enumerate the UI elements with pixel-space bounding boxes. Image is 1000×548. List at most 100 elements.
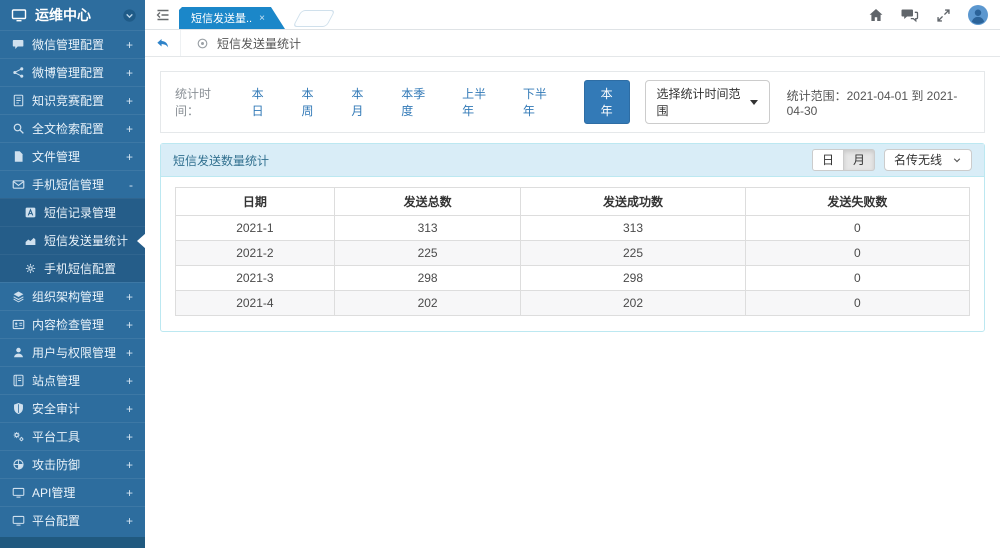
- sidebar-item-site-management[interactable]: 站点管理 +: [0, 366, 145, 394]
- expand-plus-icon: +: [126, 486, 133, 500]
- sidebar-item-api-management[interactable]: API管理 +: [0, 478, 145, 506]
- font-a-icon: [24, 206, 37, 219]
- cell-failure: 0: [745, 291, 969, 316]
- cell-total: 298: [334, 266, 521, 291]
- sidebar-item-label: 攻击防御: [32, 456, 119, 473]
- comments-icon[interactable]: [901, 7, 919, 23]
- sidebar-item-wechat-config[interactable]: 微信管理配置 +: [0, 30, 145, 58]
- select-time-range-dropdown[interactable]: 选择统计时间范围: [645, 80, 770, 124]
- globe-icon: [12, 458, 25, 471]
- tab-label: 短信发送量..: [191, 10, 252, 26]
- sidebar-item-sms-management[interactable]: 手机短信管理 -: [0, 170, 145, 198]
- sidebar-item-org-structure[interactable]: 组织架构管理 +: [0, 282, 145, 310]
- shield-icon: [12, 402, 25, 415]
- col-header-failure-count: 发送失败数: [745, 188, 969, 216]
- day-button[interactable]: 日: [812, 149, 844, 171]
- stat-range-text: 统计范围：2021-04-01 到 2021-04-30: [787, 87, 970, 118]
- sms-stats-table: 日期 发送总数 发送成功数 发送失败数 2021-1 313 313: [175, 187, 970, 316]
- sidebar-item-fulltext-search-config[interactable]: 全文检索配置 +: [0, 114, 145, 142]
- table-header-row: 日期 发送总数 发送成功数 发送失败数: [176, 188, 970, 216]
- filter-option-this-quarter[interactable]: 本季度: [401, 85, 434, 119]
- sidebar-item-file-management[interactable]: 文件管理 +: [0, 142, 145, 170]
- panel-title: 短信发送数量统计: [173, 152, 269, 169]
- month-button[interactable]: 月: [844, 149, 875, 171]
- sidebar-item-platform-config[interactable]: 平台配置 +: [0, 506, 145, 534]
- sidebar-item-label: 知识竞赛配置: [32, 92, 119, 109]
- expand-plus-icon: +: [126, 374, 133, 388]
- expand-icon[interactable]: [936, 8, 951, 23]
- tab-strip: 短信发送量.. ×: [179, 7, 331, 29]
- sidebar-item-label: 平台工具: [32, 428, 119, 445]
- panel-controls: 日 月 名传无线: [812, 149, 972, 171]
- sidebar-item-label: API管理: [32, 484, 119, 501]
- sidebar-item-quiz-config[interactable]: 知识竞赛配置 +: [0, 86, 145, 114]
- sidebar-item-attack-defense[interactable]: 攻击防御 +: [0, 450, 145, 478]
- tab-sms-volume-stats[interactable]: 短信发送量.. ×: [179, 7, 285, 29]
- caret-down-icon: [750, 100, 758, 109]
- sidebar-item-label: 安全审计: [32, 400, 119, 417]
- col-header-date: 日期: [176, 188, 335, 216]
- expand-plus-icon: +: [126, 318, 133, 332]
- home-icon[interactable]: [868, 7, 884, 23]
- filter-option-this-year-selected[interactable]: 本年: [584, 80, 630, 124]
- sidebar-item-label: 短信记录管理: [44, 204, 133, 221]
- filter-option-first-half[interactable]: 上半年: [462, 85, 495, 119]
- filter-option-this-month[interactable]: 本月: [351, 85, 373, 119]
- gear-icon: [24, 262, 37, 275]
- sidebar-header: 运维中心: [0, 0, 145, 30]
- panel-heading: 短信发送数量统计 日 月 名传无线: [161, 144, 984, 177]
- cogs-icon: [12, 430, 25, 443]
- expand-plus-icon: +: [126, 290, 133, 304]
- content: 统计时间： 本日 本周 本月 本季度 上半年 下半年 本年 选择统计时间范围 统…: [145, 57, 1000, 548]
- cell-total: 313: [334, 216, 521, 241]
- filter-option-second-half[interactable]: 下半年: [523, 85, 556, 119]
- tab-close-icon[interactable]: ×: [259, 13, 265, 24]
- collapse-chevron-icon[interactable]: [122, 8, 137, 23]
- sidebar-toggle-icon[interactable]: [155, 7, 171, 23]
- user-avatar[interactable]: [968, 5, 988, 25]
- sidebar-item-users-permissions[interactable]: 用户与权限管理 +: [0, 338, 145, 366]
- filter-option-this-week[interactable]: 本周: [302, 85, 324, 119]
- cell-date: 2021-3: [176, 266, 335, 291]
- topbar-actions: [868, 5, 988, 25]
- sidebar-item-platform-tools[interactable]: 平台工具 +: [0, 422, 145, 450]
- back-button[interactable]: [145, 30, 181, 56]
- filter-option-today[interactable]: 本日: [252, 85, 274, 119]
- cell-success: 298: [521, 266, 745, 291]
- filter-label: 统计时间：: [175, 85, 230, 119]
- sidebar-item-sms-records[interactable]: 短信记录管理: [0, 198, 145, 226]
- expand-plus-icon: +: [126, 430, 133, 444]
- sidebar-footer-strip: [0, 537, 145, 548]
- cell-total: 225: [334, 241, 521, 266]
- sidebar-item-label: 组织架构管理: [32, 288, 119, 305]
- user-icon: [12, 346, 25, 359]
- sidebar-item-label: 文件管理: [32, 148, 119, 165]
- sidebar-item-label: 站点管理: [32, 372, 119, 389]
- cell-date: 2021-1: [176, 216, 335, 241]
- table-row: 2021-3 298 298 0: [176, 266, 970, 291]
- sidebar-item-label: 微博管理配置: [32, 64, 119, 81]
- sidebar-item-sms-volume-stats[interactable]: 短信发送量统计: [0, 226, 145, 254]
- sidebar-item-label: 手机短信配置: [44, 260, 133, 277]
- sidebar: 运维中心 微信管理配置 + 微博管理配置 + 知识竞赛配置 + 全文: [0, 0, 145, 548]
- sidebar-item-sms-config[interactable]: 手机短信配置: [0, 254, 145, 282]
- panel-body: 日期 发送总数 发送成功数 发送失败数 2021-1 313 313: [161, 177, 984, 331]
- col-header-success-count: 发送成功数: [521, 188, 745, 216]
- table-row: 2021-4 202 202 0: [176, 291, 970, 316]
- breadcrumb: 短信发送量统计: [145, 30, 1000, 57]
- monitor-icon: [12, 514, 25, 527]
- monitor-icon: [11, 7, 27, 23]
- area-chart-icon: [24, 234, 37, 247]
- sidebar-item-security-audit[interactable]: 安全审计 +: [0, 394, 145, 422]
- sidebar-item-content-check[interactable]: 内容检查管理 +: [0, 310, 145, 338]
- cell-success: 313: [521, 216, 745, 241]
- page-title: 短信发送量统计: [217, 35, 301, 52]
- cell-success: 225: [521, 241, 745, 266]
- sidebar-item-weibo-config[interactable]: 微博管理配置 +: [0, 58, 145, 86]
- expand-plus-icon: +: [126, 458, 133, 472]
- layers-icon: [12, 290, 25, 303]
- eye-icon: [196, 37, 209, 50]
- channel-select[interactable]: 名传无线: [884, 149, 972, 171]
- sidebar-item-label: 内容检查管理: [32, 316, 119, 333]
- expand-plus-icon: +: [126, 38, 133, 52]
